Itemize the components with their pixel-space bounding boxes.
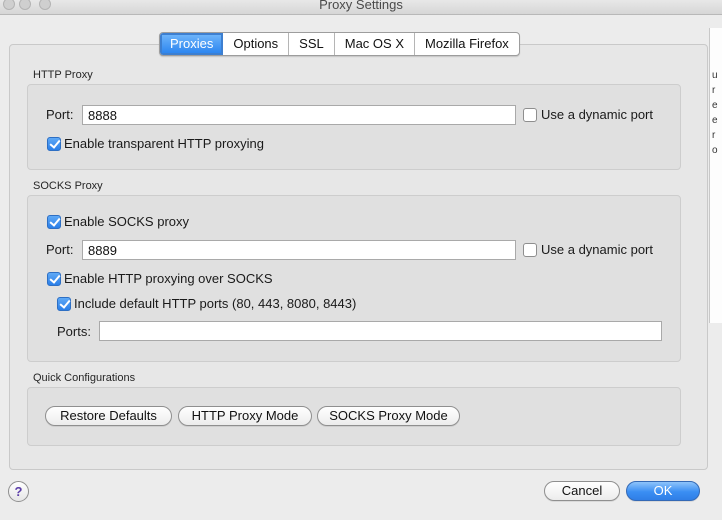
bg-glyph: o	[712, 145, 718, 156]
window-title: Proxy Settings	[319, 0, 403, 12]
tab-bar: Proxies Options SSL Mac OS X Mozilla Fir…	[159, 32, 520, 56]
ports-input[interactable]	[99, 321, 662, 341]
cancel-button[interactable]: Cancel	[544, 481, 620, 501]
title-bar: Proxy Settings	[0, 0, 722, 15]
restore-defaults-button[interactable]: Restore Defaults	[45, 406, 172, 426]
socks-proxy-mode-button[interactable]: SOCKS Proxy Mode	[317, 406, 460, 426]
socks-proxy-section-label: SOCKS Proxy	[33, 180, 103, 192]
tab-mac-os-x[interactable]: Mac OS X	[335, 33, 415, 55]
ok-button[interactable]: OK	[626, 481, 700, 501]
socks-port-input[interactable]	[82, 240, 516, 260]
http-dynamic-port-checkbox[interactable]	[523, 108, 537, 122]
bg-glyph: e	[712, 100, 718, 111]
bg-glyph: u	[712, 70, 718, 81]
enable-socks-label: Enable SOCKS proxy	[64, 214, 190, 229]
help-button[interactable]: ?	[8, 481, 29, 502]
bg-glyph: e	[712, 115, 718, 126]
transparent-proxying-label: Enable transparent HTTP proxying	[64, 136, 264, 151]
ports-label: Ports:	[57, 324, 91, 339]
bg-glyph: r	[712, 85, 716, 96]
transparent-proxying-checkbox[interactable]	[47, 137, 61, 151]
tab-mozilla-firefox[interactable]: Mozilla Firefox	[415, 33, 519, 55]
http-port-label: Port:	[46, 107, 74, 122]
http-proxy-mode-button[interactable]: HTTP Proxy Mode	[178, 406, 312, 426]
http-port-input[interactable]	[82, 105, 516, 125]
http-over-socks-checkbox[interactable]	[47, 272, 61, 286]
background-window: u r e e r o	[709, 28, 722, 323]
tab-ssl[interactable]: SSL	[289, 33, 335, 55]
http-dynamic-port-label: Use a dynamic port	[541, 107, 653, 122]
socks-dynamic-port-checkbox[interactable]	[523, 243, 537, 257]
enable-socks-checkbox[interactable]	[47, 215, 61, 229]
include-default-ports-label: Include default HTTP ports (80, 443, 808…	[74, 296, 357, 311]
http-proxy-section-label: HTTP Proxy	[33, 69, 93, 81]
tab-options[interactable]: Options	[223, 33, 290, 55]
include-default-ports-checkbox[interactable]	[57, 297, 71, 311]
tab-proxies[interactable]: Proxies	[160, 33, 224, 55]
http-over-socks-label: Enable HTTP proxying over SOCKS	[64, 271, 273, 286]
socks-dynamic-port-label: Use a dynamic port	[541, 242, 653, 257]
bg-glyph: r	[712, 130, 716, 141]
quick-config-section-label: Quick Configurations	[33, 372, 136, 384]
http-proxy-group	[27, 84, 681, 170]
socks-port-label: Port:	[46, 242, 74, 257]
